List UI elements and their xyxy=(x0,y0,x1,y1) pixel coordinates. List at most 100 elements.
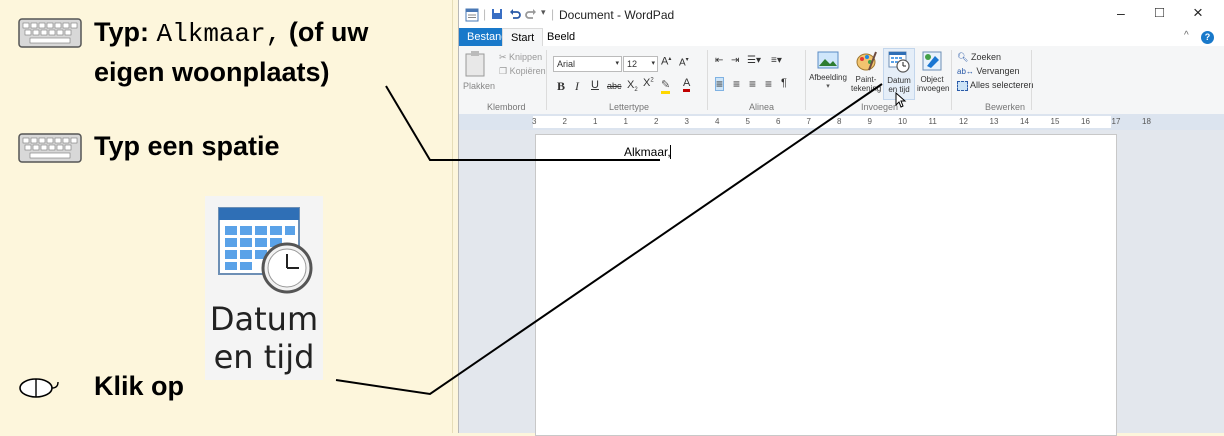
find-icon: 🔍︎ xyxy=(957,52,969,62)
step1-suffix: (of uw xyxy=(288,17,369,47)
wordpad-app-icon xyxy=(465,8,479,22)
replace-button[interactable]: ab↔ Vervangen xyxy=(957,66,1019,76)
align-center-icon[interactable]: ≡ xyxy=(733,77,740,91)
redo-icon[interactable] xyxy=(525,8,537,20)
ruler-tick-label: 14 xyxy=(1020,117,1029,126)
select-all-icon xyxy=(957,80,968,91)
font-name-value: Arial xyxy=(557,59,576,69)
increase-indent-icon[interactable]: ⇥ xyxy=(731,55,739,66)
instruction-panel: Typ: Alkmaar, (of uw eigen woonplaats) T… xyxy=(0,0,453,433)
step1-value: Alkmaar, xyxy=(156,19,282,49)
shrink-font-icon[interactable]: A▾ xyxy=(679,56,689,68)
paragraph-icon[interactable]: ¶ xyxy=(781,77,787,89)
picture-button[interactable]: Afbeelding ▾ xyxy=(809,50,847,90)
keyboard-icon xyxy=(18,18,82,48)
bullets-icon[interactable]: ☰▾ xyxy=(747,55,761,66)
mouse-cursor-icon xyxy=(895,92,907,108)
document-page[interactable]: Alkmaar, xyxy=(535,134,1117,436)
ruler-tick-label: 1 xyxy=(623,117,628,126)
ruler-tick-label: 2 xyxy=(562,117,567,126)
ruler-scale: 3 2 1 1 2 3 4 5 6 7 8 9 10 11 12 13 14 15 16 17 18 xyxy=(532,116,1151,128)
help-icon[interactable]: ? xyxy=(1201,31,1214,44)
quick-access-dropdown-icon[interactable]: ▾ xyxy=(541,7,546,18)
ruler-tick-label: 7 xyxy=(806,117,811,126)
replace-icon: ab↔ xyxy=(957,67,974,76)
close-button[interactable]: × xyxy=(1193,3,1203,23)
bold-icon[interactable]: B xyxy=(557,79,565,94)
mouse-icon xyxy=(19,378,59,398)
ruler-tick-label: 4 xyxy=(715,117,720,126)
group-label-paragraph: Alinea xyxy=(749,102,775,112)
icon-label-line1: Datum xyxy=(209,300,319,338)
maximize-button[interactable]: □ xyxy=(1155,4,1164,21)
find-button[interactable]: 🔍︎ Zoeken xyxy=(957,52,1001,63)
save-icon[interactable] xyxy=(491,8,503,20)
ruler-tick-label: 13 xyxy=(989,117,999,126)
align-left-icon[interactable]: ≡ xyxy=(715,77,725,91)
ruler-tick-label: 5 xyxy=(745,117,750,126)
ribbon-tabs: Bestand Start Beeld ^ ? xyxy=(459,28,1224,47)
icon-label-line2: en tijd xyxy=(213,338,315,376)
picture-label: Afbeelding xyxy=(809,73,847,82)
group-divider xyxy=(546,50,547,110)
object-label-line2: invoegen xyxy=(917,84,950,93)
select-all-label: Alles selecteren xyxy=(970,80,1034,90)
cut-label: Knippen xyxy=(509,52,543,62)
step2-text: Typ een spatie xyxy=(94,131,280,161)
copy-button[interactable]: ❐ Kopiëren xyxy=(499,66,546,77)
undo-icon[interactable] xyxy=(509,8,521,20)
ruler-tick-label: 3 xyxy=(684,117,689,126)
strikethrough-icon[interactable]: abc xyxy=(607,81,622,91)
highlight-icon[interactable]: ✎ xyxy=(661,78,671,94)
copy-label: Kopiëren xyxy=(509,66,546,76)
ruler-tick-label: 8 xyxy=(837,117,842,126)
select-all-button[interactable]: Alles selecteren xyxy=(957,80,1034,91)
font-size-select[interactable]: 12 ▾ xyxy=(623,56,658,72)
tab-beeld[interactable]: Beeld xyxy=(539,28,583,46)
ruler-tick-label: 1 xyxy=(593,117,598,126)
text-cursor xyxy=(670,145,671,159)
date-time-label-line1: Datum xyxy=(887,76,911,85)
group-label-clipboard: Klembord xyxy=(487,102,526,112)
group-divider xyxy=(951,50,952,110)
group-label-edit: Bewerken xyxy=(985,102,1026,112)
subscript-icon[interactable]: X2 xyxy=(627,79,638,93)
ruler-tick-label: 15 xyxy=(1050,117,1060,126)
underline-icon[interactable]: U xyxy=(591,79,599,91)
minimize-button[interactable]: – xyxy=(1117,5,1125,21)
insert-object-button[interactable]: Object invoegen xyxy=(917,50,950,93)
window-title: Document - WordPad xyxy=(559,8,675,22)
title-bar: | ▾ | Document - WordPad – □ × xyxy=(459,0,1224,28)
group-divider xyxy=(805,50,806,110)
ruler-tick-label: 2 xyxy=(654,117,659,126)
justify-icon[interactable]: ≡ xyxy=(765,77,772,91)
step3-text: Klik op xyxy=(94,371,185,401)
font-name-select[interactable]: Arial ▾ xyxy=(553,56,622,72)
font-color-icon[interactable]: A xyxy=(683,77,691,92)
paint-drawing-button[interactable]: Paint- tekening xyxy=(851,50,881,93)
document-text[interactable]: Alkmaar, xyxy=(624,145,671,159)
collapse-ribbon-icon[interactable]: ^ xyxy=(1184,30,1189,41)
decrease-indent-icon[interactable]: ⇤ xyxy=(715,55,723,66)
group-divider xyxy=(707,50,708,110)
wordpad-window: | ▾ | Document - WordPad – □ × Bestand S… xyxy=(458,0,1224,436)
group-divider xyxy=(1031,50,1032,110)
find-label: Zoeken xyxy=(970,52,1001,62)
cut-button[interactable]: ✂ Knippen xyxy=(499,52,542,63)
object-label-line1: Object xyxy=(920,75,944,84)
ruler[interactable]: 3 2 1 1 2 3 4 5 6 7 8 9 10 11 12 13 14 15 16 17 18 xyxy=(459,114,1224,130)
font-size-value: 12 xyxy=(627,59,638,69)
keyboard-icon xyxy=(18,133,82,163)
paste-button[interactable]: Plakken xyxy=(463,50,495,98)
grow-font-icon[interactable]: A▴ xyxy=(661,55,671,68)
ruler-tick-label: 17 xyxy=(1111,117,1121,126)
line-spacing-icon[interactable]: ≡▾ xyxy=(771,55,782,66)
italic-icon[interactable]: I xyxy=(575,79,579,94)
paint-label-line2: tekening xyxy=(851,84,882,93)
replace-label: Vervangen xyxy=(976,66,1020,76)
step1-line2: eigen woonplaats) xyxy=(94,57,330,87)
paint-palette-icon xyxy=(856,51,877,71)
superscript-icon[interactable]: X2 xyxy=(643,77,654,89)
tab-start[interactable]: Start xyxy=(502,28,544,47)
align-right-icon[interactable]: ≡ xyxy=(749,77,756,91)
